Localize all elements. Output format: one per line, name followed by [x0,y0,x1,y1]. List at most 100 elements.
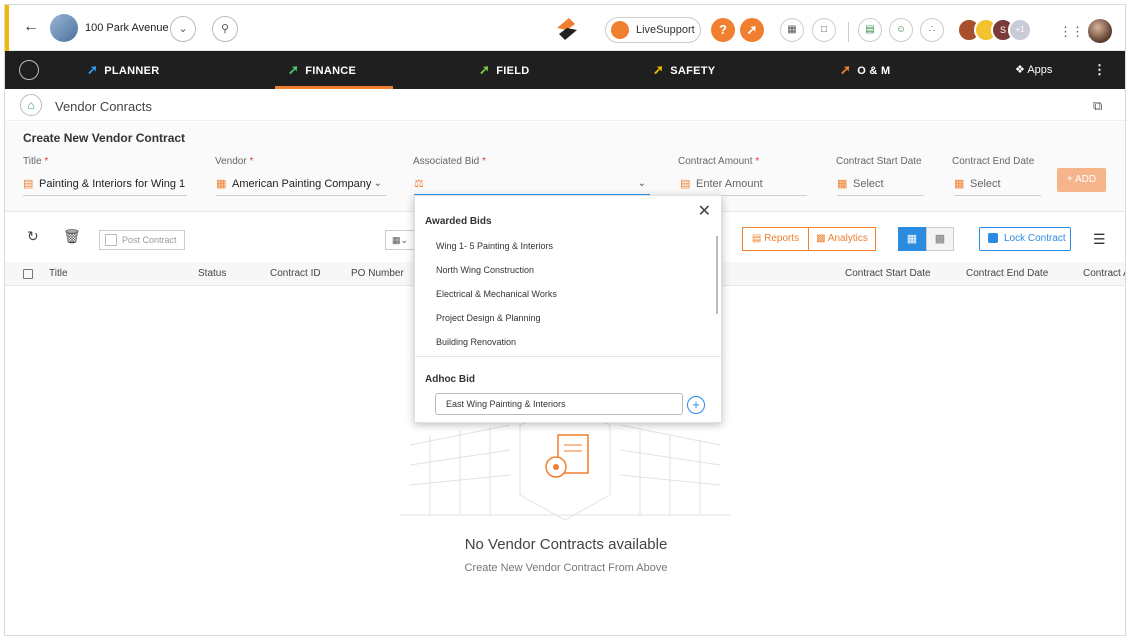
lock-icon [988,233,998,243]
search-icon[interactable]: ⚲ [212,16,238,42]
column-filter-icon[interactable]: ▦⌄ [385,230,415,250]
app-logo-icon [557,18,577,40]
analytics-button[interactable]: ▩ Analytics [809,228,875,250]
chart-view-icon[interactable]: ▩ [926,227,954,251]
analytics-icon: ▩ [816,233,828,244]
nav-home-icon[interactable] [19,60,39,80]
column-header-contract-id[interactable]: Contract ID [270,268,321,279]
associated-bid-dropdown: ✕ Awarded Bids Wing 1- 5 Painting & Inte… [414,195,722,423]
awarded-bid-item[interactable]: Project Design & Planning [436,313,541,323]
toolbar-divider [848,22,849,42]
tracker-icon[interactable]: ▤ [858,18,882,42]
dropdown-divider [415,356,721,357]
end-date-label: Contract End Date [952,156,1035,167]
vendor-select[interactable]: ▦ American Painting Company ⌄ [216,174,386,196]
page-title: Vendor Conracts [55,99,152,114]
vendor-label: Vendor * [215,156,254,167]
vendor-chevron-down-icon: ⌄ [373,178,382,189]
close-icon[interactable]: ✕ [698,201,711,221]
vendor-icon: ▦ [216,178,227,190]
home-icon[interactable]: ⌂ [20,94,42,116]
contract-amount-input[interactable]: ▤ Enter Amount [680,174,807,196]
live-support-label: LiveSupport [636,24,695,36]
column-header-start-date[interactable]: Contract Start Date [845,268,931,279]
nav-more-icon[interactable]: ⋮ [1093,51,1106,89]
live-support-icon [611,21,629,39]
nav-tab-label: O & M [857,65,891,77]
select-all-checkbox[interactable] [23,269,33,279]
project-avatar[interactable] [50,14,78,42]
empty-state-title: No Vendor Contracts available [464,536,668,553]
back-arrow-icon[interactable]: ← [23,18,39,36]
nav-tab-safety[interactable]: ➚ SAFETY [653,51,715,89]
apps-icon: ❖ [1015,64,1028,76]
post-contract-button[interactable]: Post Contract [99,230,185,250]
title-label: Title * [23,156,49,167]
safety-arrow-icon: ➚ [653,62,665,77]
document-check-icon[interactable]: □ [812,18,836,42]
awarded-bid-item[interactable]: Building Renovation [436,337,516,347]
nav-tab-label: FINANCE [305,65,357,77]
open-external-icon[interactable]: ⧉ [1093,98,1102,114]
nav-apps-label: Apps [1027,64,1053,76]
amount-icon: ▤ [680,178,691,190]
adhoc-bid-heading: Adhoc Bid [425,374,475,385]
delete-icon[interactable]: 🗑 [63,228,81,245]
start-date-placeholder: Select [853,178,884,190]
nav-tab-field[interactable]: ➚ FIELD [479,51,529,89]
title-input[interactable]: ▤ Painting & Interiors for Wing 1 [23,174,187,196]
live-support-button[interactable]: LiveSupport [605,17,701,43]
empty-state-illustration [400,405,730,521]
nav-tab-om[interactable]: ➚ O & M [840,51,890,89]
reports-label: Reports [764,233,800,244]
nav-apps[interactable]: ❖ Apps [1015,51,1052,89]
column-header-end-date[interactable]: Contract End Date [966,268,1048,279]
title-doc-icon: ▤ [23,178,34,190]
more-users-badge[interactable]: +1 [1008,18,1032,42]
nav-tab-finance[interactable]: ➚ FINANCE [288,51,356,89]
grid-view-icon[interactable]: ▦ [898,227,926,251]
help-icon[interactable]: ? [711,18,735,42]
awarded-bid-item[interactable]: North Wing Construction [436,265,534,275]
gavel-icon: ⚖ [414,178,424,190]
share-icon[interactable]: ∴ [920,18,944,42]
amount-placeholder: Enter Amount [696,178,763,190]
calendar-icon: ▦ [954,178,965,190]
associated-bid-select[interactable]: ⚖ ⌄ [414,174,650,196]
nav-tab-planner[interactable]: ➚ PLANNER [87,51,159,89]
end-date-picker[interactable]: ▦ Select [954,174,1041,196]
awarded-bid-item[interactable]: Wing 1- 5 Painting & Interiors [436,241,553,251]
bid-label: Associated Bid * [413,156,486,167]
current-user-avatar[interactable] [1088,19,1112,43]
chat-icon[interactable]: ☺ [889,18,913,42]
add-button[interactable]: + ADD [1057,168,1106,192]
reports-analytics-group: ▤ Reports ▩ Analytics [742,227,876,251]
project-name[interactable]: 100 Park Avenue [85,22,169,34]
app-frame: ← 100 Park Avenue ⌄ ⚲ LiveSupport ? ➚ ▦ … [4,4,1126,636]
refresh-icon[interactable]: ↻ [27,228,39,245]
lock-contract-button[interactable]: Lock Contract [979,227,1071,251]
hammer-icon[interactable]: ➚ [740,18,764,42]
nav-tab-label: SAFETY [670,65,716,77]
add-adhoc-bid-icon[interactable]: + [687,396,705,414]
empty-state-subtitle: Create New Vendor Contract From Above [464,562,668,574]
reports-button[interactable]: ▤ Reports [743,228,809,250]
column-header-po-number[interactable]: PO Number [351,268,404,279]
hamburger-menu-icon[interactable]: ☰ [1093,231,1106,248]
post-contract-label: Post Contract [122,235,177,245]
start-date-picker[interactable]: ▦ Select [837,174,924,196]
accent-bar [5,5,9,51]
project-switcher-chevron-icon[interactable]: ⌄ [170,16,196,42]
dropdown-scrollbar[interactable] [716,236,718,314]
column-header-contract-amount[interactable]: Contract A [1083,268,1125,279]
awarded-bids-heading: Awarded Bids [425,216,492,227]
title-value: Painting & Interiors for Wing 1 [39,178,186,190]
form-title: Create New Vendor Contract [23,131,186,145]
column-header-status[interactable]: Status [198,268,226,279]
adhoc-bid-input[interactable]: East Wing Painting & Interiors [435,393,683,415]
end-date-placeholder: Select [970,178,1001,190]
awarded-bid-item[interactable]: Electrical & Mechanical Works [436,289,557,299]
clipboard-icon[interactable]: ▦ [780,18,804,42]
column-header-title[interactable]: Title [49,268,68,279]
top-bar: ← 100 Park Avenue ⌄ ⚲ LiveSupport ? ➚ ▦ … [5,5,1125,51]
